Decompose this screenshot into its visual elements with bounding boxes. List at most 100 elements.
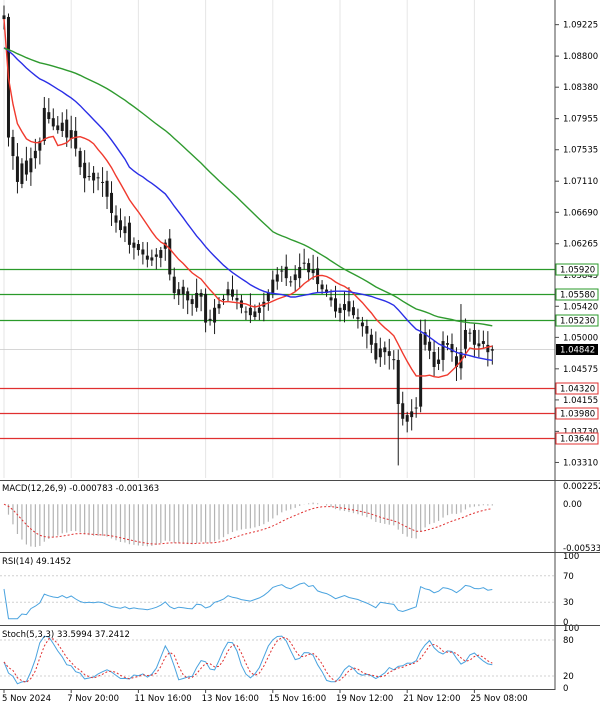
- resistance-level-label: 1.05920: [560, 266, 595, 276]
- candle-body: [463, 329, 467, 349]
- candle-body: [446, 343, 450, 345]
- candle-body: [123, 226, 127, 234]
- price-tick-label: 1.04155: [563, 396, 598, 406]
- stoch-tick-label: 20: [563, 672, 574, 682]
- support-level-label: 1.03640: [560, 435, 595, 445]
- price-tick-label: 1.07955: [563, 115, 598, 125]
- candle-body: [118, 220, 122, 231]
- candle-body: [208, 318, 212, 321]
- price-tick-label: 1.07110: [563, 177, 598, 187]
- candle-body: [181, 286, 185, 295]
- time-tick-label: 25 Nov 08:00: [470, 694, 527, 704]
- candle-body: [311, 269, 315, 274]
- candle-body: [383, 347, 387, 353]
- candle-body: [127, 222, 131, 245]
- support-level-label: 1.03980: [560, 410, 595, 420]
- candle-body: [87, 176, 91, 178]
- stoch-tick-label: 0: [563, 684, 568, 694]
- time-tick-label: 13 Nov 16:00: [202, 694, 259, 704]
- candle-body: [396, 359, 400, 404]
- candle-body: [284, 266, 288, 279]
- candle-body: [145, 255, 149, 260]
- price-tick-label: 1.05000: [563, 333, 598, 343]
- candle-body: [378, 348, 382, 358]
- candle-body: [154, 254, 158, 257]
- time-tick-label: 11 Nov 16:00: [134, 694, 191, 704]
- candle-body: [437, 359, 441, 364]
- support-level-label: 1.04320: [560, 385, 595, 395]
- candle-body: [230, 289, 234, 297]
- candle-body: [405, 415, 409, 422]
- candle-body: [293, 274, 297, 281]
- chart-background: [0, 0, 600, 704]
- candle-body: [472, 330, 476, 345]
- rsi-tick-label: 70: [563, 572, 574, 582]
- candle-body: [248, 307, 252, 316]
- trading-chart[interactable]: 1.09225 1.08800 1.08380 1.07955 1.07535 1.071…: [0, 0, 600, 704]
- candle-body: [136, 244, 140, 251]
- candle-body: [195, 292, 199, 308]
- candle-body: [204, 293, 208, 323]
- candle-body: [360, 322, 364, 327]
- candle-body: [114, 215, 118, 223]
- candle-body: [150, 257, 154, 261]
- resistance-level-label: 1.05230: [560, 317, 595, 327]
- price-tick-label: 1.06690: [563, 208, 598, 218]
- candle-body: [289, 281, 293, 283]
- resistance-level-label: 1.05580: [560, 291, 595, 301]
- candle-body: [177, 289, 181, 296]
- price-tick-label: 1.08380: [563, 83, 598, 93]
- candle-body: [275, 274, 279, 282]
- candle-body: [60, 122, 64, 132]
- candle-body: [387, 351, 391, 356]
- candle-body: [92, 172, 96, 181]
- macd-label: MACD(12,26,9) -0.000783 -0.001363: [2, 484, 159, 494]
- candle-body: [74, 130, 78, 149]
- stoch-tick-label: 80: [563, 636, 574, 646]
- price-tick-label: 1.08800: [563, 52, 598, 62]
- candle-body: [374, 343, 378, 360]
- candle-body: [257, 307, 261, 313]
- candle-body: [42, 107, 46, 142]
- price-tick-label: 1.06265: [563, 240, 598, 250]
- candle-body: [159, 250, 163, 258]
- price-tick-label: 1.09225: [563, 21, 598, 31]
- candle-body: [56, 125, 60, 131]
- stoch-label: Stoch(5,3,3) 33.5994 37.2412: [2, 630, 130, 640]
- candle-body: [33, 150, 37, 159]
- candle-body: [244, 311, 248, 313]
- candle-body: [468, 332, 472, 334]
- candle-body: [253, 311, 257, 317]
- candle-body: [235, 297, 239, 301]
- candle-body: [105, 180, 109, 197]
- candle-body: [226, 289, 230, 296]
- candle-body: [78, 150, 82, 168]
- candle-body: [347, 301, 351, 312]
- candle-body: [222, 298, 226, 300]
- candle-body: [414, 407, 418, 409]
- candle-body: [51, 118, 55, 127]
- candle-body: [96, 177, 100, 179]
- candle-body: [432, 351, 436, 367]
- candle-body: [307, 263, 311, 273]
- candle-body: [24, 160, 28, 175]
- candle-body: [132, 242, 136, 248]
- candle-body: [356, 317, 360, 319]
- rsi-tick-label: 30: [563, 598, 574, 608]
- candle-body: [266, 292, 270, 302]
- candle-body: [392, 359, 396, 361]
- candle-body: [338, 307, 342, 313]
- candle-body: [65, 119, 69, 138]
- candle-body: [329, 297, 333, 301]
- candle-body: [29, 158, 33, 173]
- candle-body: [365, 325, 369, 334]
- candle-body: [213, 307, 217, 323]
- time-tick-label: 5 Nov 2024: [2, 694, 51, 704]
- candle-body: [110, 192, 114, 214]
- candle-body: [351, 307, 355, 316]
- candle-body: [190, 299, 194, 305]
- candle-body: [428, 341, 432, 351]
- rsi-tick-label: 100: [563, 552, 579, 562]
- candle-body: [334, 298, 338, 312]
- price-tick-label: 1.05420: [563, 302, 598, 312]
